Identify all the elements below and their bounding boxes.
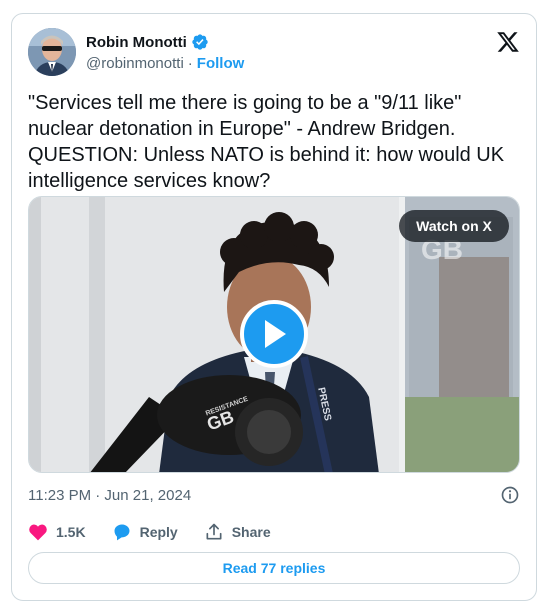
like-count: 1.5K (56, 524, 86, 540)
separator-dot: · (187, 54, 193, 72)
timestamp[interactable]: 11:23 PM · Jun 21, 2024 (28, 487, 191, 504)
author-handle[interactable]: @robinmonotti (86, 55, 184, 72)
heart-icon (29, 524, 47, 541)
reply-button[interactable]: Reply (112, 522, 178, 542)
follow-button[interactable]: Follow (197, 55, 245, 72)
tweet-text: "Services tell me there is going to be a… (28, 92, 505, 192)
info-icon[interactable] (500, 485, 520, 505)
share-button[interactable]: Share (204, 522, 271, 542)
reply-bubble-icon (114, 524, 130, 541)
verified-badge-icon (192, 34, 208, 50)
reply-label: Reply (139, 524, 178, 540)
play-button[interactable] (240, 300, 308, 368)
tweet-header: Robin Monotti @robinmonotti · Follow (28, 28, 520, 78)
watch-on-x-button[interactable]: Watch on X (399, 210, 509, 242)
avatar[interactable] (28, 28, 76, 76)
share-label: Share (231, 524, 271, 540)
video-player[interactable]: RESISTANCE GB PRESS GB Watch on X (28, 196, 520, 473)
x-logo-icon[interactable] (496, 30, 520, 54)
action-bar: 1.5K Reply Share (28, 520, 297, 544)
tweet-card: Robin Monotti @robinmonotti · Follow "Se… (11, 13, 537, 601)
author-block: Robin Monotti @robinmonotti · Follow (86, 32, 244, 74)
timestamp-row: 11:23 PM · Jun 21, 2024 (28, 484, 520, 506)
read-replies-button[interactable]: Read 77 replies (28, 552, 520, 584)
play-icon (265, 320, 286, 348)
like-button[interactable]: 1.5K (28, 522, 86, 542)
author-name[interactable]: Robin Monotti (86, 34, 187, 51)
share-icon (206, 523, 222, 540)
